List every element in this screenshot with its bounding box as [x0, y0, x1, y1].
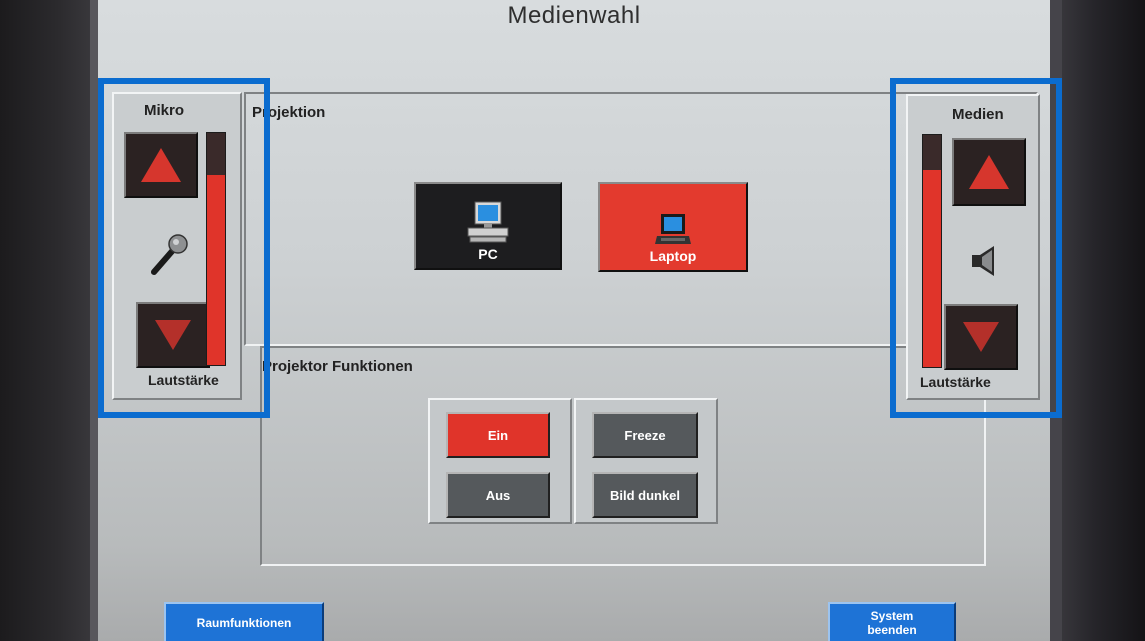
media-volume-down-button[interactable]	[944, 304, 1018, 370]
mic-volume-up-button[interactable]	[124, 132, 198, 198]
freeze-button[interactable]: Freeze	[592, 412, 698, 458]
system-shutdown-label-1: System	[870, 609, 914, 623]
power-on-label: Ein	[487, 427, 509, 443]
media-panel-title: Medien	[952, 106, 1004, 123]
bezel-right	[1060, 0, 1145, 641]
blank-image-label: Bild dunkel	[609, 487, 681, 503]
media-level-meter	[922, 134, 942, 368]
room-functions-label: Raumfunktionen	[196, 616, 292, 630]
source-laptop-label: Laptop	[649, 248, 697, 264]
desktop-computer-icon	[467, 201, 509, 243]
mic-level-meter	[206, 132, 226, 366]
media-level-fill	[923, 169, 941, 367]
triangle-down-icon	[155, 320, 191, 350]
power-on-button[interactable]: Ein	[446, 412, 550, 458]
blank-image-button[interactable]: Bild dunkel	[592, 472, 698, 518]
bezel-edge-left	[90, 0, 98, 641]
source-pc-button[interactable]: PC	[414, 182, 562, 270]
mic-panel-title: Mikro	[144, 102, 185, 119]
mic-volume-label: Lautstärke	[148, 372, 219, 388]
source-pc-label: PC	[478, 246, 498, 262]
touch-screen: Medienwahl Mikro Lautstärke Projektion P…	[98, 0, 1050, 641]
room-functions-button[interactable]: Raumfunktionen	[164, 602, 324, 641]
mic-volume-down-button[interactable]	[136, 302, 210, 368]
projection-title: Projektion	[252, 104, 326, 121]
triangle-down-icon	[963, 322, 999, 352]
system-shutdown-button[interactable]: System beenden	[828, 602, 956, 641]
freeze-label: Freeze	[624, 427, 666, 443]
bezel-left	[0, 0, 95, 641]
mic-panel: Mikro Lautstärke	[112, 92, 242, 400]
speaker-icon	[968, 244, 1004, 278]
laptop-icon	[655, 214, 691, 244]
bezel-edge-right	[1050, 0, 1062, 641]
projector-functions-title: Projektor Funktionen	[262, 358, 413, 375]
power-off-label: Aus	[485, 487, 511, 503]
media-volume-label: Lautstärke	[920, 374, 991, 390]
mic-level-fill	[207, 174, 225, 365]
media-volume-up-button[interactable]	[952, 138, 1026, 206]
power-off-button[interactable]: Aus	[446, 472, 550, 518]
source-laptop-button[interactable]: Laptop	[598, 182, 748, 272]
projector-functions-panel: Projektor Funktionen Ein Aus Freeze Bild…	[260, 346, 986, 566]
page-title: Medienwahl	[507, 2, 641, 29]
triangle-up-icon	[969, 155, 1009, 189]
triangle-up-icon	[141, 148, 181, 182]
media-panel: Medien Lautstärke	[906, 94, 1040, 400]
system-shutdown-label-2: beenden	[867, 623, 917, 637]
microphone-icon	[146, 232, 190, 276]
